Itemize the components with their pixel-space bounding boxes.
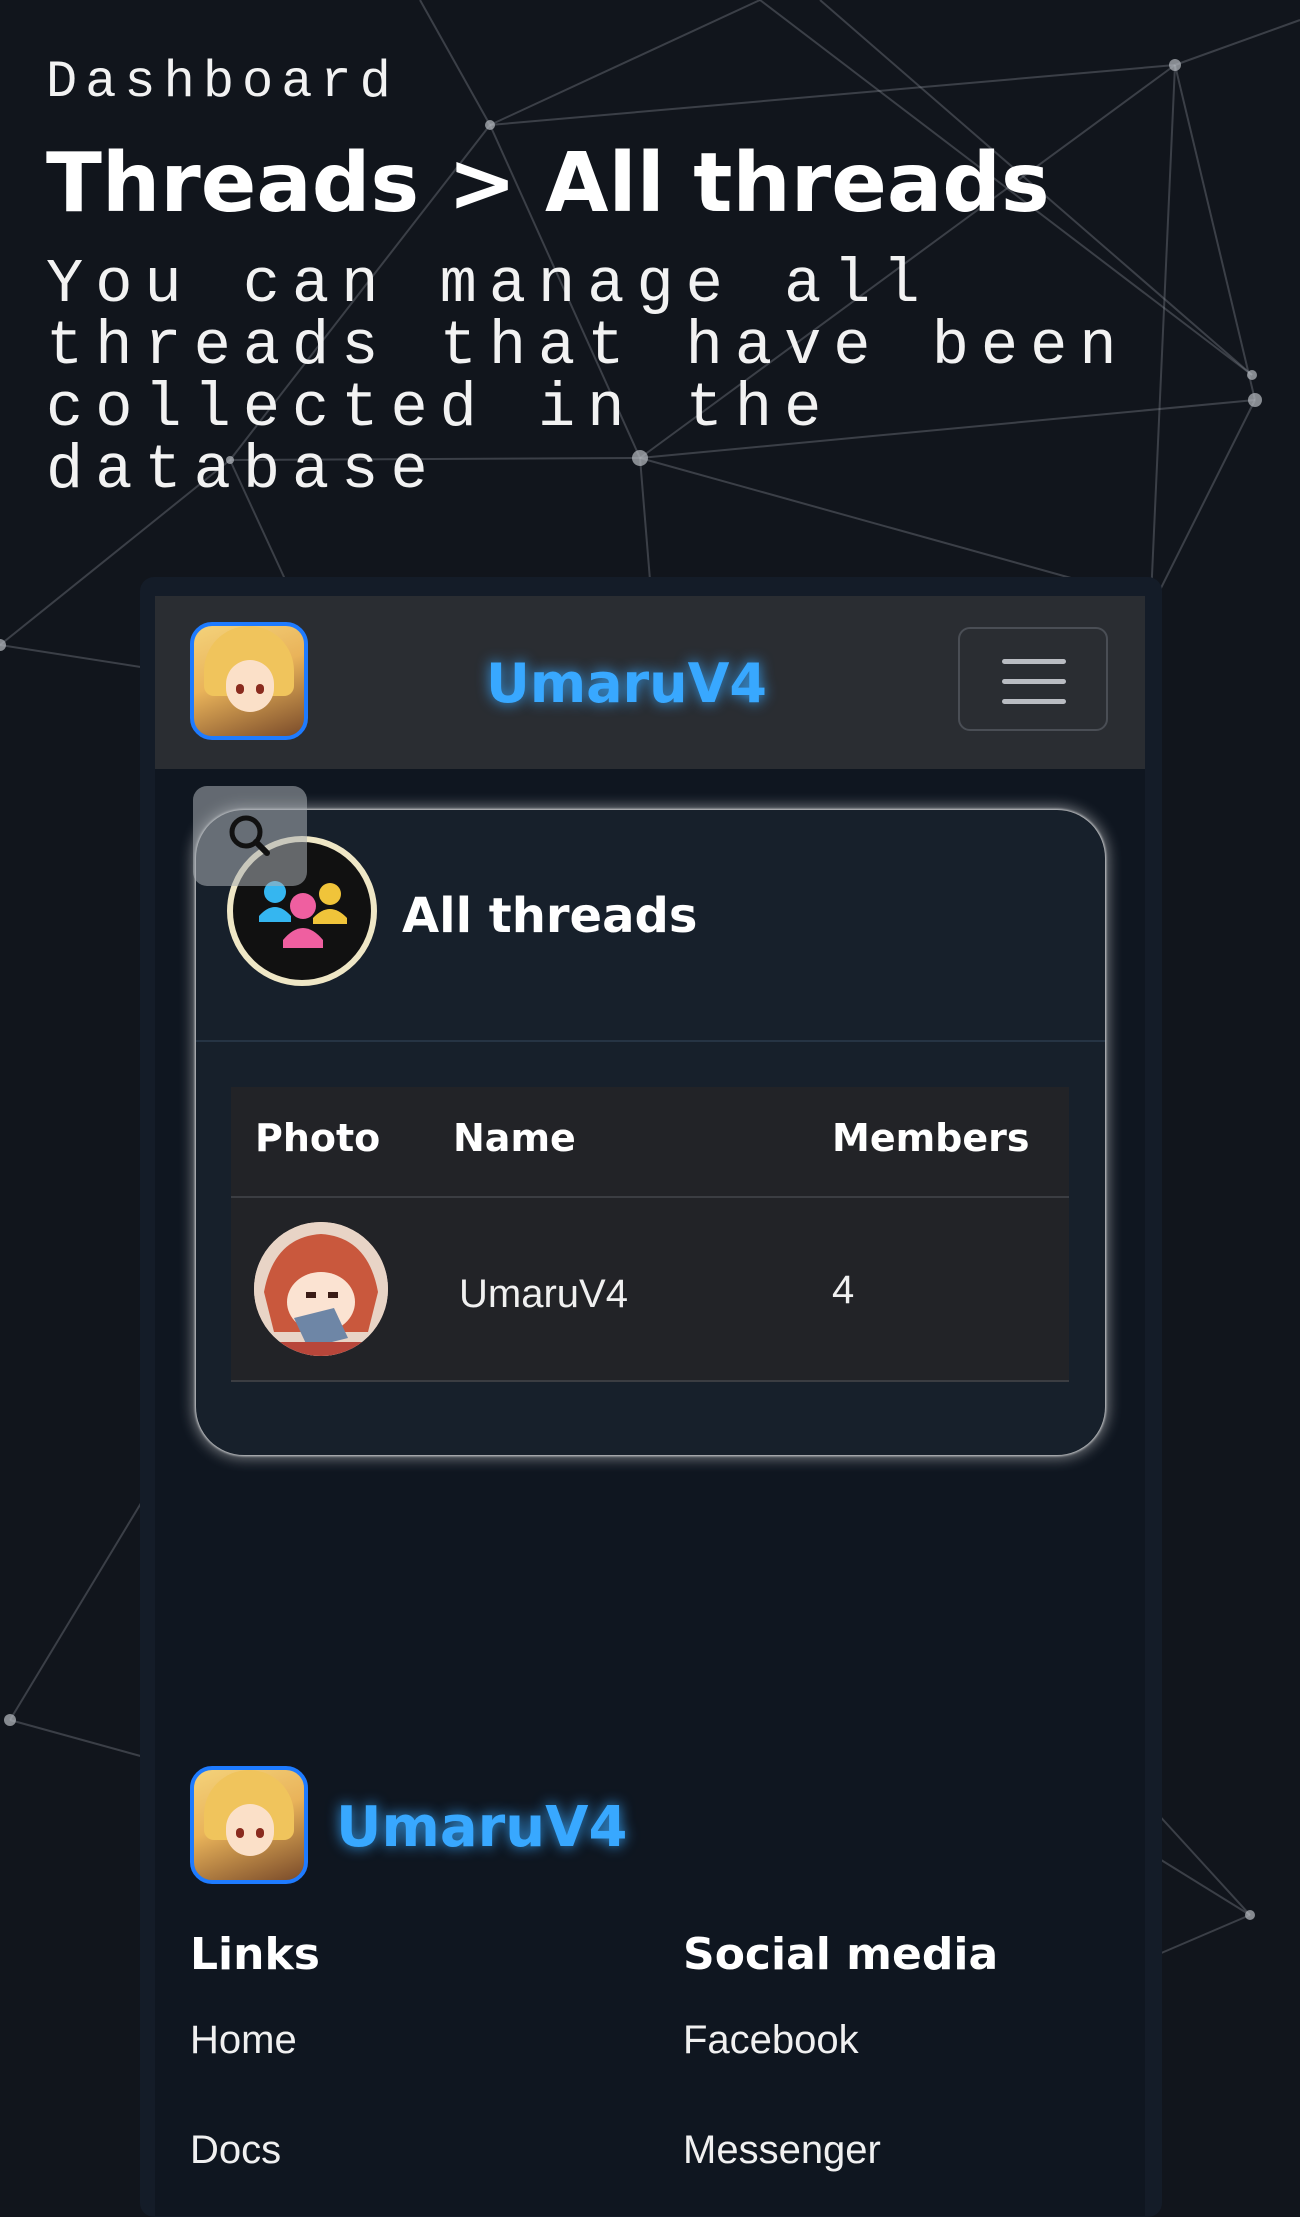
- footer-link-home[interactable]: Home: [190, 2018, 297, 2063]
- footer-link-docs[interactable]: Docs: [190, 2128, 281, 2173]
- column-header-members[interactable]: Members: [832, 1116, 1030, 1160]
- thread-members-count: 4: [832, 1268, 855, 1312]
- navbar-brand[interactable]: UmaruV4: [486, 652, 767, 715]
- breadcrumb: Dashboard: [46, 53, 399, 112]
- footer-links-heading: Links: [190, 1929, 320, 1980]
- thread-name[interactable]: UmaruV4: [459, 1272, 628, 1317]
- footer-link-facebook[interactable]: Facebook: [683, 2018, 859, 2063]
- search-icon: [229, 815, 270, 856]
- umaru-avatar-icon[interactable]: [190, 622, 308, 740]
- page-title: Threads > All threads: [46, 136, 1050, 231]
- thread-avatar[interactable]: [254, 1222, 388, 1356]
- page-header: Dashboard Threads > All threads You can …: [46, 50, 1266, 502]
- page-subtitle: You can manage all threads that have bee…: [46, 249, 1129, 506]
- table-row-divider: [231, 1380, 1069, 1382]
- footer-link-messenger[interactable]: Messenger: [683, 2128, 881, 2173]
- footer-brand[interactable]: UmaruV4: [336, 1795, 627, 1860]
- card-title: All threads: [402, 888, 698, 944]
- column-header-photo[interactable]: Photo: [255, 1116, 380, 1160]
- footer-social-heading: Social media: [683, 1929, 999, 1980]
- column-header-name[interactable]: Name: [453, 1116, 576, 1160]
- hamburger-menu-icon[interactable]: [958, 627, 1108, 731]
- card-divider: [196, 1040, 1105, 1042]
- footer-logo-icon[interactable]: [190, 1766, 308, 1884]
- search-button[interactable]: [193, 786, 307, 886]
- header-divider: [231, 1196, 1069, 1198]
